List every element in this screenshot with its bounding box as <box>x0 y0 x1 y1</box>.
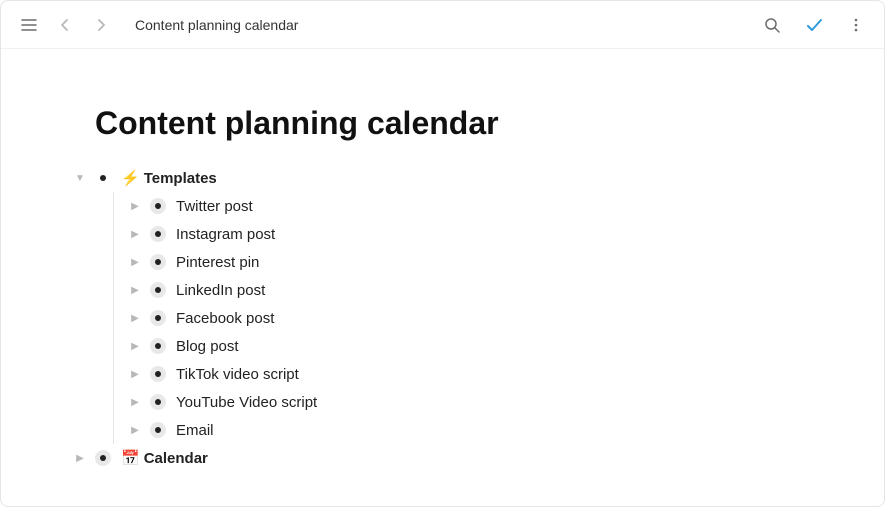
tree-item[interactable]: ▶ Pinterest pin <box>128 248 884 276</box>
breadcrumb[interactable]: Content planning calendar <box>135 17 298 33</box>
tree-item-label: Facebook post <box>176 310 274 327</box>
bullet-icon <box>150 422 166 438</box>
tree-item-label: Pinterest pin <box>176 254 259 271</box>
forward-icon[interactable] <box>89 13 113 37</box>
bullet-icon <box>150 254 166 270</box>
chevron-right-icon[interactable]: ▶ <box>128 313 142 324</box>
chevron-right-icon[interactable]: ▶ <box>128 425 142 436</box>
bullet-icon <box>150 226 166 242</box>
chevron-right-icon[interactable]: ▶ <box>128 257 142 268</box>
chevron-right-icon[interactable]: ▶ <box>128 201 142 212</box>
bullet-icon <box>150 338 166 354</box>
menu-icon[interactable] <box>17 13 41 37</box>
search-icon[interactable] <box>760 13 784 37</box>
tree-item-label: Instagram post <box>176 226 275 243</box>
calendar-icon: 📅 <box>121 449 140 467</box>
topbar: Content planning calendar <box>1 1 884 49</box>
tree-item[interactable]: ▶ Twitter post <box>128 192 884 220</box>
outline-tree: ▼ ⚡ Templates ▶Twitter post▶Instagram po… <box>95 164 884 472</box>
bullet-icon <box>150 394 166 410</box>
tree-item-templates[interactable]: ▼ ⚡ Templates <box>73 164 884 192</box>
tree-item-label: YouTube Video script <box>176 394 317 411</box>
tree-item[interactable]: ▶ YouTube Video script <box>128 388 884 416</box>
tree-item-label: Calendar <box>144 450 208 467</box>
tree-item-label: Twitter post <box>176 198 253 215</box>
check-icon[interactable] <box>802 13 826 37</box>
topbar-right <box>760 13 868 37</box>
tree-item[interactable]: ▶ Facebook post <box>128 304 884 332</box>
tree-item-calendar[interactable]: ▶ 📅 Calendar <box>73 444 884 472</box>
tree-item-label: Blog post <box>176 338 239 355</box>
bullet-icon <box>150 282 166 298</box>
more-icon[interactable] <box>844 13 868 37</box>
bullet-icon <box>150 198 166 214</box>
tree-item[interactable]: ▶ TikTok video script <box>128 360 884 388</box>
tree-item[interactable]: ▶ Blog post <box>128 332 884 360</box>
tree-item[interactable]: ▶ LinkedIn post <box>128 276 884 304</box>
tree-item-label: TikTok video script <box>176 366 299 383</box>
templates-children: ▶ Twitter post ▶ Instagram post ▶ Pinterest p… <box>113 192 884 444</box>
chevron-right-icon[interactable]: ▶ <box>128 397 142 408</box>
bullet-icon <box>95 450 111 466</box>
bullet-icon <box>150 366 166 382</box>
chevron-right-icon[interactable]: ▶ <box>128 341 142 352</box>
tree-item-label: Templates <box>144 170 217 187</box>
back-icon[interactable] <box>53 13 77 37</box>
tree-item-label: LinkedIn post <box>176 282 265 299</box>
chevron-down-icon[interactable]: ▼ <box>73 173 87 184</box>
bullet-icon <box>95 170 111 186</box>
lightning-icon: ⚡ <box>121 169 140 187</box>
topbar-left: Content planning calendar <box>17 13 298 37</box>
tree-item-label: Email <box>176 422 214 439</box>
chevron-right-icon[interactable]: ▶ <box>73 453 87 464</box>
chevron-right-icon[interactable]: ▶ <box>128 229 142 240</box>
bullet-icon <box>150 310 166 326</box>
tree-item[interactable]: ▶ Email <box>128 416 884 444</box>
chevron-right-icon[interactable]: ▶ <box>128 369 142 380</box>
page-content: Content planning calendar ▼ ⚡ Templates … <box>1 49 884 472</box>
chevron-right-icon[interactable]: ▶ <box>128 285 142 296</box>
tree-item[interactable]: ▶ Instagram post <box>128 220 884 248</box>
page-title: Content planning calendar <box>95 105 884 142</box>
